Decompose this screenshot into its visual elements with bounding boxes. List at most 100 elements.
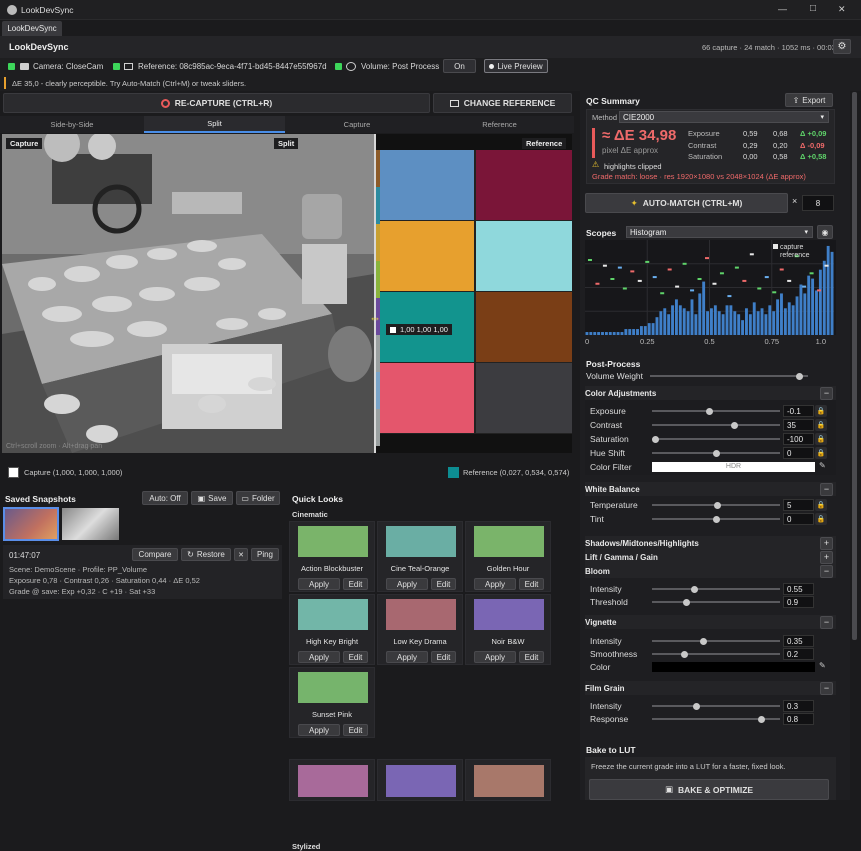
save-snapshot-button[interactable]: ▣ Save bbox=[191, 491, 233, 505]
apply-button[interactable]: Apply bbox=[298, 724, 340, 736]
value-slider[interactable] bbox=[652, 434, 780, 444]
slider-knob[interactable] bbox=[693, 702, 701, 710]
apply-button[interactable]: Apply bbox=[298, 578, 340, 590]
iterations-input[interactable]: 8 bbox=[802, 195, 834, 211]
value-slider[interactable] bbox=[652, 597, 780, 607]
split-handle-icon[interactable]: ⇔ bbox=[366, 311, 384, 325]
value-input[interactable]: 0.9 bbox=[783, 596, 814, 608]
scope-visibility-button[interactable]: ◉ bbox=[817, 225, 833, 239]
edit-button[interactable]: Edit bbox=[431, 651, 456, 663]
live-preview-button[interactable]: Live Preview bbox=[484, 59, 548, 73]
volume-label[interactable]: Volume: Post Process bbox=[361, 62, 439, 71]
slider-knob[interactable] bbox=[730, 421, 738, 429]
snapshot-thumbnail[interactable] bbox=[3, 507, 59, 541]
value-input[interactable]: 0.3 bbox=[783, 700, 814, 712]
maximize-button[interactable]: □ bbox=[810, 3, 816, 14]
lock-icon[interactable]: 🔒 bbox=[815, 447, 827, 459]
lock-icon[interactable]: 🔒 bbox=[815, 433, 827, 445]
slider-knob[interactable] bbox=[690, 585, 698, 593]
apply-button[interactable]: Apply bbox=[386, 578, 428, 590]
value-input[interactable]: 35 bbox=[783, 419, 814, 431]
edit-button[interactable]: Edit bbox=[343, 578, 368, 590]
section-toggle-button[interactable]: + bbox=[820, 537, 833, 550]
ping-button[interactable]: Ping bbox=[251, 548, 279, 561]
slider-knob[interactable] bbox=[712, 515, 720, 523]
volume-weight-slider[interactable] bbox=[650, 371, 808, 381]
apply-button[interactable]: Apply bbox=[474, 651, 516, 663]
compare-button[interactable]: Compare bbox=[132, 548, 178, 561]
section-toggle-button[interactable]: − bbox=[820, 682, 833, 695]
edit-button[interactable]: Edit bbox=[519, 651, 544, 663]
value-slider[interactable] bbox=[652, 649, 780, 659]
on-toggle-button[interactable]: On bbox=[443, 59, 476, 73]
lock-icon[interactable]: 🔒 bbox=[815, 419, 827, 431]
value-input[interactable]: 0.8 bbox=[783, 713, 814, 725]
slider-knob[interactable] bbox=[713, 501, 721, 509]
section-toggle-button[interactable]: − bbox=[820, 616, 833, 629]
value-slider[interactable] bbox=[652, 584, 780, 594]
slider-knob[interactable] bbox=[758, 715, 766, 723]
bake-optimize-button[interactable]: ▣ BAKE & OPTIMIZE bbox=[589, 779, 829, 800]
export-button[interactable]: ⇪ Export bbox=[785, 93, 833, 107]
apply-button[interactable]: Apply bbox=[386, 651, 428, 663]
value-input[interactable]: 5 bbox=[783, 499, 814, 511]
right-scrollbar[interactable] bbox=[852, 92, 857, 640]
slider-knob[interactable] bbox=[700, 637, 708, 645]
tab-split[interactable]: Split bbox=[144, 116, 285, 133]
edit-button[interactable]: Edit bbox=[431, 578, 456, 590]
reference-label[interactable]: Reference: 08c985ac-9eca-4f71-bd45-8447e… bbox=[138, 62, 327, 71]
value-slider[interactable] bbox=[652, 448, 780, 458]
lock-icon[interactable]: 🔒 bbox=[815, 499, 827, 511]
edit-button[interactable]: Edit bbox=[519, 578, 544, 590]
apply-button[interactable]: Apply bbox=[474, 578, 516, 590]
value-slider[interactable] bbox=[652, 636, 780, 646]
value-slider[interactable] bbox=[652, 701, 780, 711]
auto-match-button[interactable]: ✦ AUTO-MATCH (CTRL+M) bbox=[585, 193, 788, 213]
slider-knob[interactable] bbox=[683, 598, 691, 606]
slider-knob[interactable] bbox=[652, 435, 659, 443]
restore-button[interactable]: ↻ Restore bbox=[181, 548, 231, 561]
section-toggle-button[interactable]: − bbox=[820, 387, 833, 400]
camera-label[interactable]: Camera: CloseCam bbox=[33, 62, 103, 71]
change-reference-button[interactable]: CHANGE REFERENCE bbox=[433, 93, 572, 113]
folder-button[interactable]: ▭ Folder bbox=[236, 491, 280, 505]
eyedropper-icon[interactable]: ✎ bbox=[819, 461, 826, 470]
viewport[interactable]: ⇔ Capture Split Reference 1,00 1,00 1,00… bbox=[2, 134, 572, 453]
method-select[interactable]: CIE2000 ▾ bbox=[619, 111, 829, 123]
color-filter-field[interactable]: HDR bbox=[652, 462, 815, 472]
slider-knob[interactable] bbox=[712, 449, 720, 457]
value-input[interactable]: -100 bbox=[783, 433, 814, 445]
delete-snapshot-button[interactable]: ✕ bbox=[234, 548, 248, 561]
close-button[interactable]: ✕ bbox=[838, 4, 846, 15]
recapture-button[interactable]: RE-CAPTURE (CTRL+R) bbox=[3, 93, 430, 113]
apply-button[interactable]: Apply bbox=[298, 651, 340, 663]
slider-knob[interactable] bbox=[706, 407, 714, 415]
section-toggle-button[interactable]: − bbox=[820, 565, 833, 578]
tab-capture[interactable]: Capture bbox=[285, 116, 429, 133]
edit-button[interactable]: Edit bbox=[343, 724, 368, 736]
auto-snapshot-button[interactable]: Auto: Off bbox=[142, 491, 188, 505]
vignette-color-field[interactable] bbox=[652, 662, 815, 672]
value-slider[interactable] bbox=[652, 420, 780, 430]
value-input[interactable]: 0 bbox=[783, 447, 814, 459]
value-slider[interactable] bbox=[652, 514, 780, 524]
slider-knob[interactable] bbox=[681, 650, 689, 658]
value-input[interactable]: 0 bbox=[783, 513, 814, 525]
tab-side-by-side[interactable]: Side-by-Side bbox=[0, 116, 144, 133]
tab-reference[interactable]: Reference bbox=[429, 116, 570, 133]
doc-tab[interactable]: LookDevSync bbox=[2, 21, 62, 36]
section-toggle-button[interactable]: + bbox=[820, 551, 833, 564]
scope-mode-select[interactable]: Histogram ▾ bbox=[626, 226, 813, 238]
value-input[interactable]: -0.1 bbox=[783, 405, 814, 417]
value-input[interactable]: 0.35 bbox=[783, 635, 814, 647]
edit-button[interactable]: Edit bbox=[343, 651, 368, 663]
snapshot-thumbnail[interactable] bbox=[62, 508, 119, 540]
value-slider[interactable] bbox=[652, 714, 780, 724]
value-slider[interactable] bbox=[652, 500, 780, 510]
minimize-button[interactable]: — bbox=[778, 4, 787, 14]
eyedropper-icon[interactable]: ✎ bbox=[819, 661, 826, 670]
settings-button[interactable]: ⚙ bbox=[833, 39, 851, 54]
split-divider[interactable] bbox=[374, 134, 376, 453]
value-input[interactable]: 0.55 bbox=[783, 583, 814, 595]
section-toggle-button[interactable]: − bbox=[820, 483, 833, 496]
